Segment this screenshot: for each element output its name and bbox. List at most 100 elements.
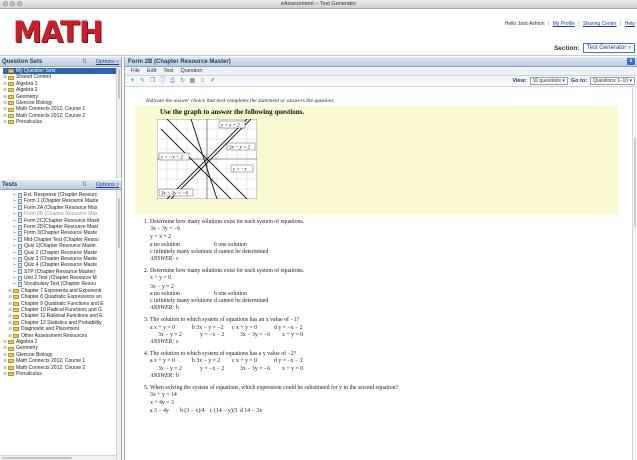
my-profile-link[interactable]: My Profile — [553, 21, 575, 27]
answer-choice[interactable]: b 3x − y = −2 — [192, 325, 232, 332]
answer-choice[interactable]: d y = −x − 2 — [274, 325, 314, 332]
folder-icon — [8, 81, 14, 86]
answer-line: ANSWER: b — [150, 373, 620, 380]
answer-choice[interactable]: a no solution — [150, 242, 214, 249]
section-dropdown[interactable]: Test Generator ▿ — [582, 43, 635, 53]
graph-label-3: y = −x − 2 — [160, 156, 184, 161]
question-sets-options-link[interactable]: Options ▿ — [96, 57, 119, 67]
answer-choice[interactable]: c x + y = 0 — [232, 358, 274, 365]
folder-icon — [13, 321, 19, 325]
menu-question[interactable]: Question — [180, 67, 202, 75]
expand-icon[interactable]: ⊞ — [8, 333, 12, 339]
refresh-icon[interactable]: ↻ — [179, 78, 186, 85]
table-icon[interactable]: ▦ — [189, 78, 196, 85]
question-sets-scrollbar[interactable] — [116, 67, 121, 179]
sort-icon[interactable]: ⇅ — [82, 57, 87, 67]
question-stem: 3. The solution to which system of equati… — [144, 317, 620, 324]
answer-choice[interactable]: c infinitely many solutions — [150, 249, 214, 256]
answer-value: c — [176, 256, 179, 263]
question-number: 3. — [144, 317, 149, 324]
question-number: 1. — [144, 219, 149, 225]
export-icon[interactable]: ⇪ — [199, 78, 206, 85]
test-editor-header: Form 2B (Chapter Resource Master) x — [125, 57, 637, 67]
answer-value: c — [176, 339, 179, 346]
goto-dropdown[interactable]: Questions 1–10 ▾ — [590, 77, 635, 85]
window-titlebar: eAssessment – Test Generator — [0, 0, 637, 9]
choice-row: a x + y = 0b 3x − y = 2c x + y = 0d y = … — [150, 358, 620, 365]
section-label: Section: — [553, 44, 580, 52]
question-sets-header: Question Sets ⇅ Options ▿ — [0, 57, 121, 67]
answer-label: ANSWER: — [150, 256, 175, 263]
view-dropdown[interactable]: 10 questions ▾ — [529, 77, 568, 85]
answer-choice[interactable]: 3x − y = 2 — [150, 366, 192, 373]
expand-icon[interactable]: ⊞ — [3, 371, 7, 377]
answer-choice[interactable]: d cannot be determined — [214, 298, 278, 305]
question-item: 2. Determine how many solutions exist for… — [144, 268, 620, 312]
main-scrollbar[interactable] — [632, 87, 637, 460]
choice-row: a no solution b one solution — [150, 291, 620, 298]
equation-line: 3x − 3y = −6 — [150, 226, 181, 233]
answer-choice[interactable]: c (14 − y)/3 — [210, 408, 240, 415]
tests-options-link[interactable]: Options ▿ — [96, 180, 119, 190]
question-list: 1. Determine how many solutions exist for… — [144, 219, 620, 420]
document-icon — [18, 199, 22, 205]
answer-choice[interactable]: a 3 − 4y — [150, 408, 180, 415]
edit-icon[interactable]: ✐ — [209, 78, 216, 85]
answer-choice[interactable]: a x + y = 0 — [150, 358, 192, 365]
close-icon[interactable]: x — [627, 58, 635, 65]
copy-icon[interactable]: ❐ — [149, 78, 156, 85]
folder-icon — [13, 295, 19, 300]
answer-choice[interactable]: b one solution — [214, 291, 278, 298]
folder-icon — [8, 69, 14, 74]
document-icon — [18, 192, 22, 198]
answer-choice[interactable]: a x + y = 0 — [150, 325, 192, 332]
equation-line: 3x + y = 14 — [150, 392, 177, 399]
menu-edit[interactable]: Edit — [147, 67, 156, 75]
menu-file[interactable]: File — [131, 67, 140, 75]
answer-choice[interactable]: d 14 − 3x — [240, 408, 270, 415]
document-icon — [18, 205, 22, 211]
sort-icon[interactable]: ⇅ — [82, 180, 87, 190]
app-header: MATH Hello Jack Ashton | My Profile | Sh… — [0, 9, 637, 56]
tree-item[interactable]: ⊞ Precalculus — [3, 371, 121, 377]
answer-choice[interactable]: b 3x − y = 2 — [192, 358, 232, 365]
question-stem: 4. The solution to which system of equati… — [144, 351, 620, 358]
folder-icon — [8, 94, 14, 99]
choice-row: a x + y = 0b 3x − y = −2 c x + y = 0d y =… — [150, 325, 620, 332]
answer-choice[interactable]: d y = −x − 2 — [274, 358, 314, 365]
test-editor-panel: Form 2B (Chapter Resource Master) x File… — [124, 57, 637, 460]
answer-choice[interactable]: 3x − y = 2 — [150, 332, 192, 339]
equation-line: x + 4y = 3 — [150, 400, 174, 407]
help-link[interactable]: Help — [625, 21, 635, 27]
section-selector: Section: Test Generator ▿ — [554, 43, 635, 53]
answer-choice[interactable]: d cannot be determined — [214, 249, 278, 256]
answer-choice[interactable]: a no solution — [150, 291, 214, 298]
question-number: 5. — [144, 385, 149, 392]
answer-choice[interactable]: b (3 − x)/4 — [180, 408, 210, 415]
info-icon[interactable]: ⓘ — [159, 78, 166, 85]
document-icon — [18, 250, 22, 256]
tests-horizontal-scrollbar[interactable] — [0, 455, 116, 460]
folder-icon — [8, 352, 14, 357]
print-icon[interactable]: ⎙ — [169, 78, 176, 85]
document-icon — [18, 218, 22, 224]
answer-choice: y = −x − 2 — [200, 331, 225, 338]
answer-choice[interactable]: b one solution — [214, 242, 278, 249]
equation-line: 3x − y = 2 — [150, 283, 174, 290]
answer-value: b — [176, 305, 180, 312]
answer-line: ANSWER: c — [150, 256, 620, 263]
tests-header: Tests ⇅ Options ▿ — [0, 180, 121, 190]
expand-icon[interactable]: ⊞ — [3, 119, 7, 125]
tree-item[interactable]: ⊞ Precalculus — [3, 119, 121, 125]
folder-icon — [8, 101, 14, 106]
menu-test[interactable]: Test — [163, 67, 173, 75]
goto-label: Go to: — [570, 78, 588, 84]
answer-choice[interactable]: c x + y = 0 — [232, 325, 274, 332]
question-sets-title: Question Sets — [2, 59, 43, 65]
answer-choice[interactable]: c infinitely many solutions — [150, 298, 214, 305]
tests-scrollbar[interactable] — [116, 190, 121, 460]
question-stem: 1. Determine how many solutions exist for… — [144, 219, 620, 226]
add-icon[interactable]: + — [129, 78, 136, 85]
sharing-center-link[interactable]: Sharing Center — [583, 21, 617, 27]
link-icon[interactable]: ✎ — [139, 78, 146, 85]
